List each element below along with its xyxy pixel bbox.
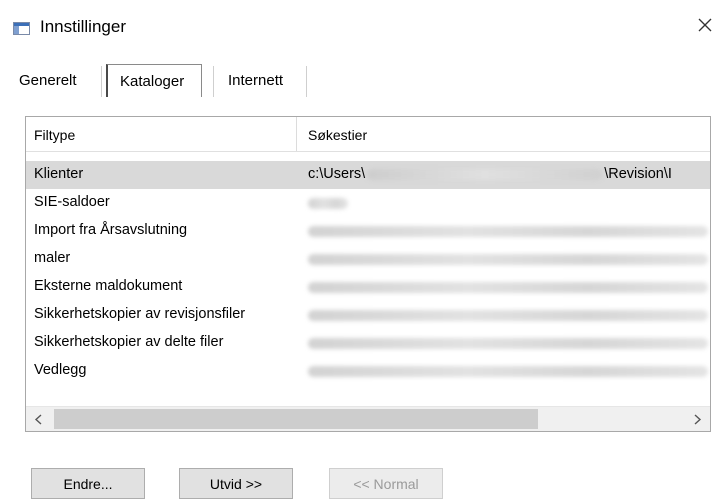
redacted-path (308, 254, 708, 265)
filetype-cell: Eksterne maldokument (34, 278, 183, 294)
tab-generelt[interactable]: Generelt (9, 68, 97, 96)
tab-internett[interactable]: Internett (213, 66, 307, 97)
chevron-right-icon[interactable] (684, 407, 710, 432)
list-row[interactable]: Vedlegg (26, 357, 710, 385)
list-header: Filtype Søkestier (26, 117, 710, 152)
list-row[interactable]: Sikkerhetskopier av revisjonsfiler (26, 301, 710, 329)
tab-generelt-label: Generelt (19, 72, 77, 89)
redacted-path (308, 310, 708, 321)
column-header-filtype[interactable]: Filtype (34, 127, 75, 143)
list-row[interactable]: Import fra Årsavslutning (26, 217, 710, 245)
close-icon[interactable] (694, 14, 716, 36)
redacted-path (308, 282, 708, 293)
list-row[interactable]: Klienter c:\Users\ \Revision\I (26, 161, 710, 189)
tab-kataloger-label: Kataloger (120, 73, 185, 90)
title-bar: Innstillinger (0, 0, 724, 56)
filetype-cell: Klienter (34, 166, 84, 182)
tab-divider (101, 66, 102, 97)
filetype-cell: SIE-saldoer (34, 194, 110, 210)
filetype-cell: maler (34, 250, 71, 266)
filetype-cell: Sikkerhetskopier av revisjonsfiler (34, 306, 246, 322)
scrollbar-thumb[interactable] (54, 409, 538, 429)
edit-button[interactable]: Endre... (31, 468, 145, 499)
column-header-sokestier[interactable]: Søkestier (308, 127, 367, 143)
horizontal-scrollbar[interactable] (26, 406, 710, 432)
list-row[interactable]: Sikkerhetskopier av delte filer (26, 329, 710, 357)
tab-internett-label: Internett (228, 72, 284, 89)
filetype-cell: Import fra Årsavslutning (34, 222, 188, 238)
filetype-cell: Vedlegg (34, 362, 87, 378)
expand-button[interactable]: Utvid >> (179, 468, 293, 499)
column-divider[interactable] (296, 117, 297, 151)
list-row[interactable]: maler (26, 245, 710, 273)
window-title: Innstillinger (40, 17, 126, 36)
filetype-cell: Sikkerhetskopier av delte filer (34, 334, 224, 350)
redacted-text (367, 168, 603, 180)
path-cell: c:\Users\ \Revision\I (308, 166, 672, 182)
redacted-path (308, 366, 708, 377)
app-window-icon (13, 22, 30, 35)
redacted-path (308, 198, 348, 209)
redacted-path (308, 226, 708, 237)
chevron-left-icon[interactable] (26, 407, 52, 432)
tab-kataloger[interactable]: Kataloger (106, 64, 202, 97)
list-row[interactable]: Eksterne maldokument (26, 273, 710, 301)
redacted-path (308, 338, 708, 349)
directory-list[interactable]: Filtype Søkestier Klienter c:\Users\ \Rev… (25, 116, 711, 432)
normal-button[interactable]: << Normal (329, 468, 443, 499)
list-row[interactable]: SIE-saldoer (26, 189, 710, 217)
